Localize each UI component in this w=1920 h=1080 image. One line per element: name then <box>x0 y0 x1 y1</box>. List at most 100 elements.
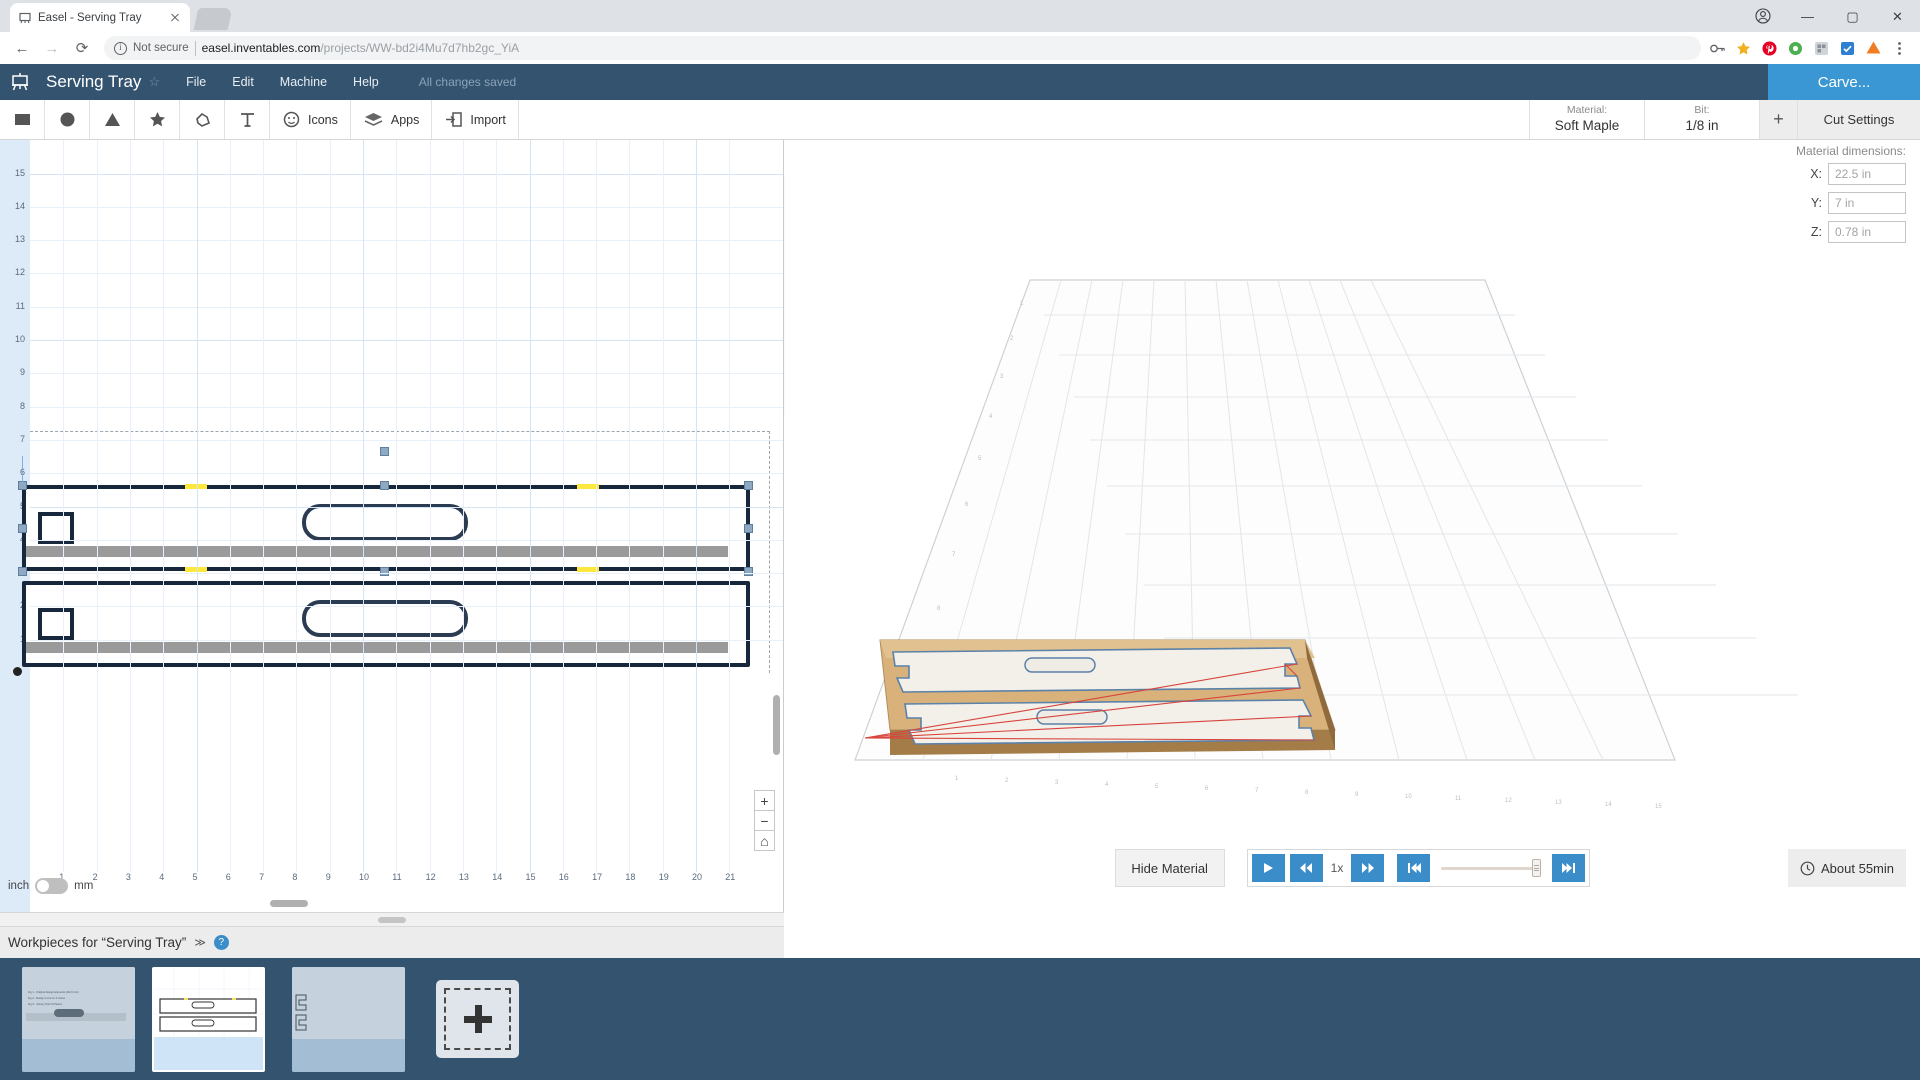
key-icon[interactable] <box>1709 40 1726 57</box>
close-window-button[interactable]: ✕ <box>1875 0 1920 32</box>
unit-toggle-knob <box>37 880 50 892</box>
material-dim-row-z: Z: 0.78 in <box>1731 221 1906 243</box>
extension-orange-icon[interactable] <box>1865 40 1882 57</box>
zoom-home-button[interactable]: ⌂ <box>754 830 775 851</box>
polygon-tool[interactable] <box>180 100 225 139</box>
pinterest-icon[interactable] <box>1761 40 1778 57</box>
close-tab-icon[interactable] <box>168 11 182 25</box>
browser-menu-icon[interactable] <box>1891 40 1908 57</box>
icons-tool[interactable]: Icons <box>270 100 351 139</box>
info-icon[interactable] <box>114 41 127 55</box>
skip-to-start-button[interactable] <box>1397 854 1431 882</box>
maximize-button[interactable]: ▢ <box>1830 0 1875 32</box>
canvas-horizontal-scrollbar[interactable] <box>270 900 308 907</box>
preview-pane-3d[interactable]: Material dimensions: X: 22.5 in Y: 7 in … <box>785 140 1920 912</box>
new-tab-button[interactable] <box>193 8 233 30</box>
3d-workspace-view[interactable]: 123 456 789 10 123 456 789 101112 131415 <box>845 260 1855 820</box>
import-tool[interactable]: Import <box>432 100 519 139</box>
maximize-glyph: ▢ <box>1846 8 1859 24</box>
play-button[interactable] <box>1251 854 1285 882</box>
favorite-star-icon[interactable]: ☆ <box>148 74 160 90</box>
apps-tool[interactable]: Apps <box>351 100 433 139</box>
svg-text:11: 11 <box>1455 796 1462 802</box>
skip-to-end-button[interactable] <box>1552 854 1586 882</box>
resize-handle-bottom[interactable] <box>380 567 389 576</box>
zoom-out-button[interactable]: − <box>754 810 775 831</box>
resize-handle-top[interactable] <box>380 481 389 490</box>
menu-edit[interactable]: Edit <box>232 75 254 89</box>
rotate-handle[interactable] <box>380 447 389 456</box>
estimated-time-button[interactable]: About 55min <box>1788 849 1906 887</box>
canvas-grid[interactable] <box>13 140 783 872</box>
help-icon[interactable]: ? <box>213 935 229 950</box>
thumb-canvas <box>292 967 405 1039</box>
extension-blue-icon[interactable] <box>1839 40 1856 57</box>
cut-settings-button[interactable]: Cut Settings <box>1797 100 1920 139</box>
ruler-x-tick: 20 <box>692 872 703 882</box>
handle-slot-upper[interactable] <box>302 504 468 541</box>
minimize-button[interactable]: — <box>1785 0 1830 32</box>
add-bit-button[interactable]: + <box>1759 100 1797 139</box>
browser-tab[interactable]: Easel - Serving Tray <box>10 3 190 32</box>
gridline-horizontal <box>30 340 783 341</box>
ruler-x-tick: 14 <box>492 872 503 882</box>
hide-material-button[interactable]: Hide Material <box>1114 849 1225 887</box>
thumb-canvas: Fig 1 - Original Design Elements (Don't … <box>22 967 135 1039</box>
svg-text:7: 7 <box>1255 788 1259 794</box>
rewind-button[interactable] <box>1289 854 1323 882</box>
easel-logo-icon[interactable] <box>0 70 40 94</box>
resize-handle-br[interactable] <box>744 567 753 576</box>
gridline-vertical <box>529 140 531 872</box>
ruler-y-tick: 15 <box>14 167 25 178</box>
material-selector[interactable]: Material: Soft Maple <box>1529 100 1644 139</box>
menu-file[interactable]: File <box>186 75 206 89</box>
menu-help[interactable]: Help <box>353 75 379 89</box>
workpiece-thumbnail-1[interactable]: Fig 1 - Original Design Elements (Don't … <box>22 967 135 1072</box>
material-z-input[interactable]: 0.78 in <box>1828 221 1906 243</box>
canvas-vertical-scrollbar[interactable] <box>773 695 780 755</box>
add-workpiece-button[interactable] <box>436 980 519 1058</box>
bookmark-star-icon[interactable] <box>1735 40 1752 57</box>
carve-button[interactable]: Carve... <box>1768 64 1920 100</box>
resize-handle-left[interactable] <box>18 524 27 533</box>
gridline-vertical <box>129 140 131 872</box>
unit-toggle[interactable] <box>35 878 69 894</box>
gridline-horizontal <box>30 206 783 208</box>
menu-machine[interactable]: Machine <box>280 75 327 89</box>
ruler-x-tick: 7 <box>259 872 265 882</box>
reload-button[interactable]: ⟳ <box>68 34 96 62</box>
account-icon[interactable] <box>1740 0 1785 32</box>
playback-knob[interactable] <box>1532 859 1542 877</box>
resize-handle-bl[interactable] <box>18 567 27 576</box>
chevron-down-icon[interactable]: ≫ <box>194 936 206 949</box>
circle-tool[interactable] <box>45 100 90 139</box>
workpieces-strip: Fig 1 - Original Design Elements (Don't … <box>0 958 1920 1080</box>
tray-piece-lower-notch[interactable] <box>38 608 74 640</box>
workpiece-thumbnail-3[interactable] <box>292 967 405 1072</box>
design-canvas[interactable]: 151413121110987654321 1234 <box>0 140 784 912</box>
star-tool[interactable] <box>135 100 180 139</box>
workpiece-thumbnail-2[interactable] <box>152 967 265 1072</box>
material-y-label: Y: <box>1810 196 1822 210</box>
fast-forward-button[interactable] <box>1351 854 1385 882</box>
resize-handle-right[interactable] <box>744 524 753 533</box>
text-tool[interactable] <box>225 100 270 139</box>
zoom-in-button[interactable]: + <box>754 790 775 811</box>
extension-green-icon[interactable] <box>1787 40 1804 57</box>
playback-progress-slider[interactable] <box>1441 854 1542 882</box>
workpieces-resize-handle[interactable] <box>0 912 784 926</box>
resize-handle-tr[interactable] <box>744 481 753 490</box>
triangle-tool[interactable] <box>90 100 135 139</box>
gridline-vertical <box>329 140 331 872</box>
material-y-input[interactable]: 7 in <box>1828 192 1906 214</box>
thumb-footer <box>22 1039 135 1072</box>
gridline-vertical <box>196 140 198 872</box>
address-bar[interactable]: Not secure easel.inventables.com/project… <box>104 36 1701 60</box>
square-tool[interactable] <box>0 100 45 139</box>
forward-button[interactable]: → <box>38 34 66 62</box>
back-button[interactable]: ← <box>8 34 36 62</box>
extension-grid-icon[interactable] <box>1813 40 1830 57</box>
material-x-input[interactable]: 22.5 in <box>1828 163 1906 185</box>
bit-selector[interactable]: Bit: 1/8 in <box>1644 100 1759 139</box>
